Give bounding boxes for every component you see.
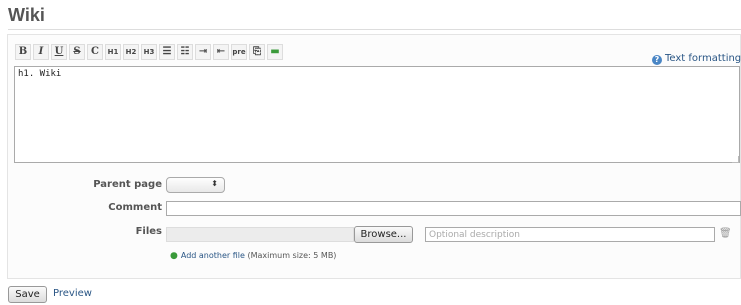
ordered-list-icon[interactable]: ☷ bbox=[177, 44, 193, 60]
trash-icon[interactable]: 🗑 bbox=[719, 228, 732, 239]
strikethrough-icon[interactable]: S bbox=[69, 44, 85, 60]
underline-icon[interactable]: U bbox=[51, 44, 67, 60]
unquote-icon[interactable]: ⇤ bbox=[213, 44, 229, 60]
help-icon: ? bbox=[652, 55, 662, 65]
browse-button[interactable]: Browse... bbox=[354, 226, 413, 243]
heading1-icon[interactable]: H1 bbox=[105, 44, 121, 60]
preformatted-icon[interactable]: pre bbox=[231, 44, 247, 60]
save-button[interactable]: Save bbox=[8, 286, 47, 303]
link-icon[interactable]: ⎘ bbox=[249, 44, 265, 60]
add-icon: ● bbox=[170, 251, 178, 261]
text-formatting-link[interactable]: Text formatting bbox=[665, 53, 741, 64]
unordered-list-icon[interactable]: ☰ bbox=[159, 44, 175, 60]
file-path-field[interactable] bbox=[166, 227, 354, 242]
wiki-text-editor[interactable] bbox=[14, 66, 740, 163]
code-icon[interactable]: C bbox=[87, 44, 103, 60]
parent-page-select[interactable]: ⬍ bbox=[166, 177, 225, 193]
preview-link[interactable]: Preview bbox=[53, 288, 92, 299]
heading2-icon[interactable]: H2 bbox=[123, 44, 139, 60]
italic-icon[interactable]: I bbox=[33, 44, 49, 60]
max-size-note: (Maximum size: 5 MB) bbox=[247, 251, 337, 260]
parent-page-label: Parent page bbox=[93, 179, 162, 190]
select-arrows-icon: ⬍ bbox=[211, 179, 218, 188]
text-formatting-help[interactable]: ? Text formatting bbox=[652, 53, 741, 65]
files-label: Files bbox=[135, 226, 162, 237]
page-title: Wiki bbox=[8, 6, 741, 30]
file-description-input[interactable] bbox=[425, 227, 715, 242]
bold-icon[interactable]: B bbox=[15, 44, 31, 60]
heading3-icon[interactable]: H3 bbox=[141, 44, 157, 60]
add-another-file-link[interactable]: Add another file bbox=[181, 251, 245, 260]
resize-handle[interactable] bbox=[732, 156, 739, 163]
image-icon[interactable]: ▬ bbox=[267, 44, 283, 60]
comment-label: Comment bbox=[108, 202, 162, 213]
quote-icon[interactable]: ⇥ bbox=[195, 44, 211, 60]
add-file-row: ● Add another file (Maximum size: 5 MB) bbox=[170, 251, 336, 261]
comment-input[interactable] bbox=[166, 201, 741, 216]
